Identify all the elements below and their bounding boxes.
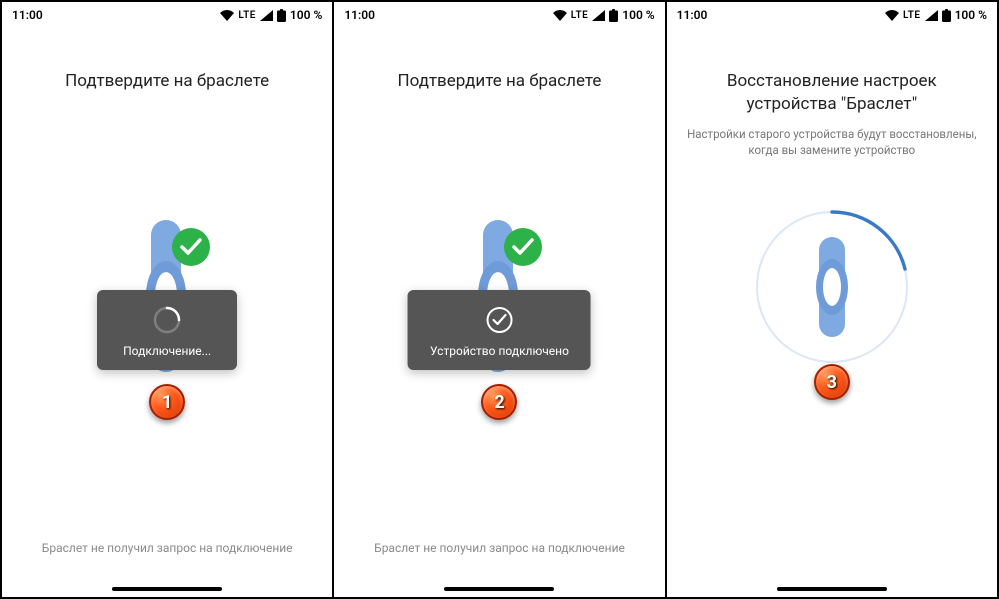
toast-connecting: Подключение... [97,290,237,370]
status-bar: 11:00 LTE 100 % [2,2,332,28]
step-badge-3: 3 [814,364,850,400]
status-bar: 11:00 LTE 100 % [667,2,997,28]
nav-handle[interactable] [444,587,554,591]
wifi-icon [885,10,899,21]
lte-label: LTE [238,10,256,21]
wifi-icon [553,10,567,21]
screenshot-triptych: 11:00 LTE 100 % Подтвердите на браслете [0,0,999,599]
battery-pct: 100 % [955,8,987,22]
signal-icon [592,10,605,21]
toast-connected: Устройство подключено [408,290,591,370]
status-time: 11:00 [677,8,708,22]
nav-handle[interactable] [112,587,222,591]
signal-icon [260,10,273,21]
spinner-icon [151,304,183,336]
status-right: LTE 100 % [220,8,322,22]
screen-connecting: 11:00 LTE 100 % Подтвердите на браслете [2,2,334,597]
status-right: LTE 100 % [553,8,655,22]
status-bar: 11:00 LTE 100 % [334,2,664,28]
toast-text: Подключение... [123,344,211,358]
step-badge-2: 2 [481,384,517,420]
page-subtitle: Настройки старого устройства будут восст… [683,126,980,158]
lte-label: LTE [903,10,921,21]
step-badge-1: 1 [149,384,185,420]
screen-connected: 11:00 LTE 100 % Подтвердите на браслете [334,2,666,597]
battery-icon [609,9,618,22]
lte-label: LTE [571,10,589,21]
battery-icon [942,9,951,22]
wifi-icon [220,10,234,21]
status-time: 11:00 [12,8,43,22]
page-title: Восстановление настроек устройства "Брас… [683,70,980,116]
footer-help-link[interactable]: Браслет не получил запрос на подключение [2,541,332,555]
nav-handle[interactable] [777,587,887,591]
progress-ring-icon [747,202,917,372]
battery-pct: 100 % [622,8,654,22]
battery-pct: 100 % [290,8,322,22]
battery-icon [277,9,286,22]
page-title: Подтвердите на браслете [19,70,316,93]
status-right: LTE 100 % [885,8,987,22]
check-circle-icon [483,304,515,336]
screen-restore: 11:00 LTE 100 % Восстановление настроек … [667,2,997,597]
status-time: 11:00 [344,8,375,22]
band-progress [747,202,917,372]
signal-icon [925,10,938,21]
footer-help-link[interactable]: Браслет не получил запрос на подключение [334,541,664,555]
toast-text: Устройство подключено [430,344,569,358]
page-title: Подтвердите на браслете [351,70,648,93]
